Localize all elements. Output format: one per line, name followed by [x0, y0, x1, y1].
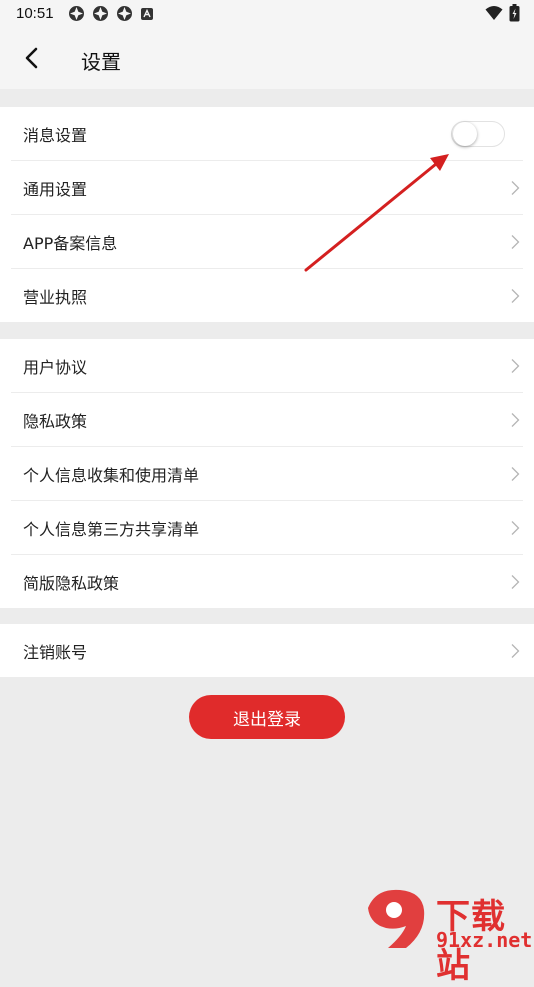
chevron-right-icon — [511, 235, 520, 249]
settings-row-privacy-summary[interactable]: 简版隐私政策 — [11, 555, 523, 608]
chevron-right-icon — [511, 575, 520, 589]
row-label: 隐私政策 — [23, 411, 88, 431]
chevron-right-icon — [511, 359, 520, 373]
back-button[interactable] — [18, 44, 46, 72]
row-label: 通用设置 — [23, 179, 88, 199]
settings-row-app-filing[interactable]: APP备案信息 — [11, 215, 523, 269]
status-time: 10:51 — [16, 5, 54, 22]
settings-row-message[interactable]: 消息设置 — [11, 107, 523, 161]
chevron-right-icon — [511, 181, 520, 195]
settings-group-general: 消息设置 通用设置 APP备案信息 营业执照 — [0, 107, 534, 322]
battery-icon — [509, 4, 520, 22]
row-label: 营业执照 — [23, 287, 88, 307]
app-notification-icon — [93, 6, 108, 21]
chevron-right-icon — [511, 467, 520, 481]
chevron-right-icon — [511, 289, 520, 303]
settings-row-privacy-policy[interactable]: 隐私政策 — [11, 393, 523, 447]
settings-row-general[interactable]: 通用设置 — [11, 161, 523, 215]
chevron-right-icon — [511, 413, 520, 427]
row-label: 注销账号 — [23, 642, 88, 662]
message-settings-toggle[interactable] — [451, 121, 505, 147]
app-notification-icon — [69, 6, 84, 21]
settings-group-privacy: 用户协议 隐私政策 个人信息收集和使用清单 个人信息第三方共享清单 简版隐私政策 — [0, 339, 534, 608]
row-label: 简版隐私政策 — [23, 573, 120, 593]
row-label: 个人信息第三方共享清单 — [23, 519, 200, 539]
app-header: 设置 — [0, 28, 534, 89]
status-bar: 10:51 — [0, 0, 534, 28]
settings-row-user-agreement[interactable]: 用户协议 — [11, 339, 523, 393]
row-label: 消息设置 — [23, 125, 88, 145]
settings-row-info-collection-list[interactable]: 个人信息收集和使用清单 — [11, 447, 523, 501]
watermark-url: 91xz.net — [436, 928, 533, 952]
row-label: 用户协议 — [23, 357, 88, 377]
row-label: APP备案信息 — [23, 233, 118, 253]
notification-icons — [68, 5, 154, 22]
page-title: 设置 — [81, 50, 121, 74]
chevron-right-icon — [511, 521, 520, 535]
back-arrow-icon — [25, 47, 38, 69]
settings-row-third-party-sharing-list[interactable]: 个人信息第三方共享清单 — [11, 501, 523, 555]
logout-button[interactable]: 退出登录 — [189, 695, 345, 739]
toggle-knob — [453, 122, 477, 146]
system-icons — [485, 4, 520, 22]
settings-row-delete-account[interactable]: 注销账号 — [11, 624, 523, 677]
keyboard-notification-icon — [141, 7, 153, 20]
settings-row-business-license[interactable]: 营业执照 — [11, 269, 523, 322]
app-notification-icon — [117, 6, 132, 21]
wifi-icon — [485, 6, 503, 20]
row-label: 个人信息收集和使用清单 — [23, 465, 200, 485]
chevron-right-icon — [511, 644, 520, 658]
settings-group-account: 注销账号 — [0, 624, 534, 677]
